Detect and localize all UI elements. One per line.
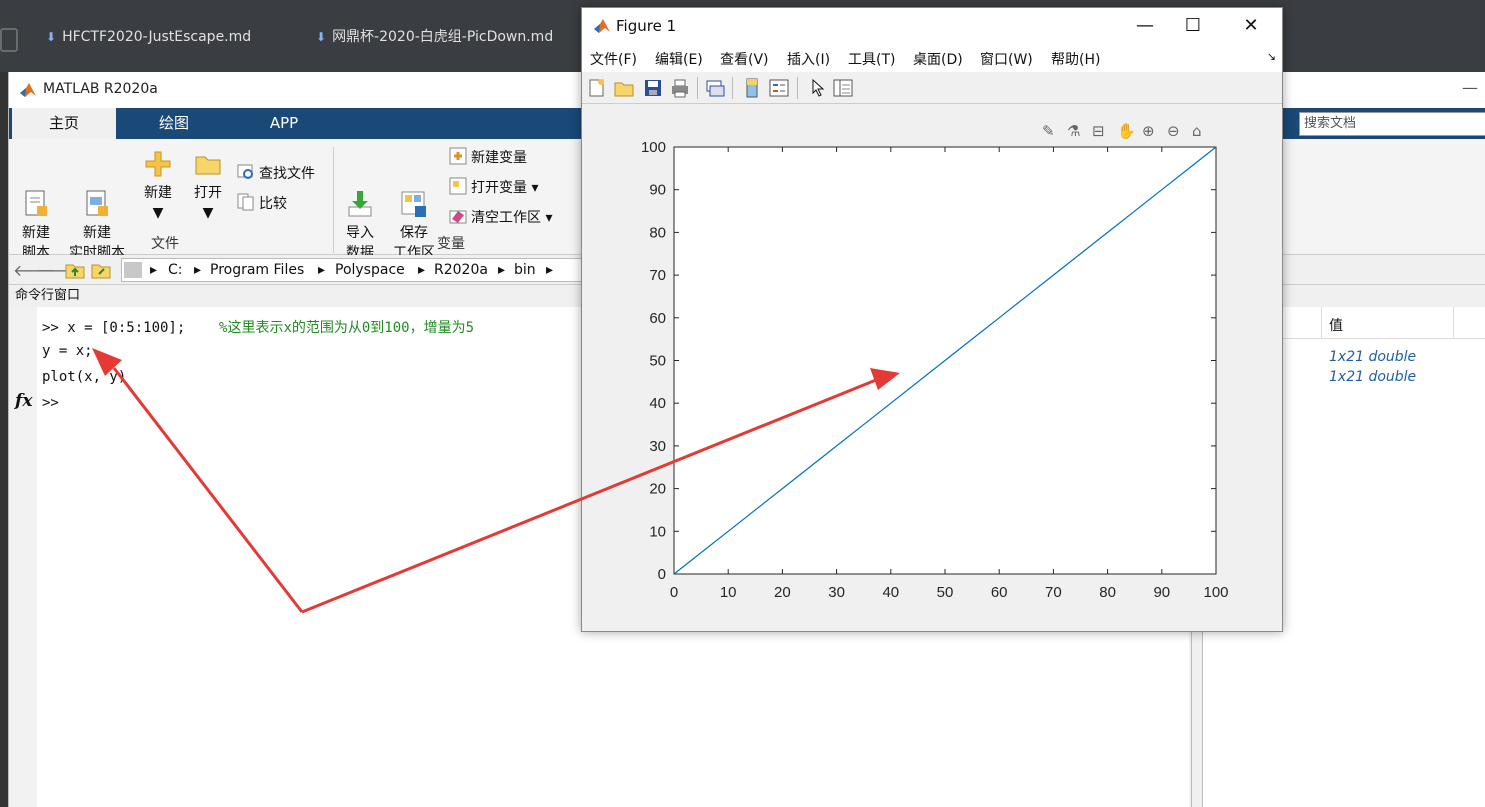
plot-canvas[interactable]: 0 10 20 30 40 50 60 70 80 90 100 0 10 20 30 40 50 60 70 80 9… (582, 8, 1282, 631)
matlab-logo-icon (20, 83, 36, 97)
path-segment[interactable]: bin (514, 259, 536, 281)
x-tick-label: 40 (882, 584, 899, 601)
plus-icon (143, 149, 173, 179)
function-browser-icon[interactable]: fx (15, 391, 32, 411)
files-icon[interactable] (0, 28, 18, 52)
new-button[interactable]: 新建 ▼ (135, 149, 181, 223)
new-variable-button[interactable]: 新建变量 (449, 147, 527, 167)
y-tick-label: 90 (649, 182, 666, 199)
compare-button[interactable]: 比较 (237, 193, 287, 213)
matlab-title: MATLAB R2020a (43, 81, 158, 97)
command-line: y = x; (42, 343, 93, 359)
new-script-icon (21, 169, 51, 216)
open-variable-button[interactable]: 打开变量 ▾ (449, 177, 538, 197)
x-tick-label: 90 (1153, 584, 1170, 601)
search-docs-input[interactable]: 搜索文档 (1299, 112, 1485, 136)
path-separator-icon: ▸ (318, 262, 326, 278)
x-tick-label: 0 (670, 584, 678, 601)
y-tick-label: 100 (641, 139, 666, 156)
new-variable-icon (449, 147, 467, 165)
download-icon: ⬇ (316, 30, 327, 44)
y-tick-label: 0 (658, 566, 666, 583)
path-separator-icon: ▸ (194, 262, 202, 278)
path-segment[interactable]: Polyspace (335, 259, 405, 281)
y-tick-label: 20 (649, 481, 666, 498)
editor-tab-2[interactable]: ⬇ 网鼎杯-2020-白虎组-PicDown.md (316, 22, 553, 52)
import-data-button[interactable]: 导入 数据 (337, 149, 383, 263)
compare-icon (237, 193, 255, 211)
path-separator-icon: ▸ (498, 262, 506, 278)
x-tick-label: 10 (720, 584, 737, 601)
tab-apps[interactable]: APP (239, 108, 329, 139)
path-separator-icon: ▸ (546, 262, 554, 278)
save-workspace-button[interactable]: 保存 工作区 (387, 149, 441, 263)
value-column-header[interactable]: 值 (1329, 315, 1343, 335)
editor-tab-1[interactable]: ⬇ HFCTF2020-JustEscape.md (46, 22, 251, 52)
variable-group-label: 变量 (437, 236, 465, 252)
tab-plots[interactable]: 绘图 (129, 108, 219, 139)
import-icon (345, 169, 375, 217)
y-tick-label: 80 (649, 224, 666, 241)
chevron-down-icon: ▾ (531, 180, 539, 196)
file-group-label: 文件 (151, 236, 179, 252)
chevron-down-icon: ▼ (202, 205, 214, 221)
command-prompt[interactable]: >> (42, 395, 59, 411)
open-variable-icon (449, 177, 467, 195)
column-divider (1321, 307, 1322, 339)
path-segment[interactable]: R2020a (434, 259, 488, 281)
y-tick-label: 40 (649, 395, 666, 412)
save-workspace-icon (399, 169, 429, 217)
clear-workspace-button[interactable]: 清空工作区 ▾ (449, 207, 552, 227)
x-tick-label: 70 (1045, 584, 1062, 601)
find-files-icon (237, 163, 255, 181)
find-files-button[interactable]: 查找文件 (237, 163, 315, 183)
y-tick-label: 60 (649, 310, 666, 327)
path-box[interactable]: ▸ C: ▸ Program Files ▸ Polyspace ▸ R2020… (121, 258, 601, 282)
x-tick-label: 100 (1203, 584, 1228, 601)
y-tick-label: 50 (649, 353, 666, 370)
chevron-down-icon: ▼ (152, 205, 164, 221)
y-tick-label: 30 (649, 438, 666, 455)
x-tick-label: 60 (991, 584, 1008, 601)
open-button[interactable]: 打开 ▼ (185, 149, 231, 223)
command-gutter (9, 307, 37, 807)
command-line: plot(x, y) (42, 369, 127, 385)
new-script-button[interactable]: 新建 脚本 (13, 149, 59, 263)
tab-home[interactable]: 主页 (12, 108, 116, 139)
x-tick-label: 80 (1099, 584, 1116, 601)
figure-window: Figure 1 — ☐ ✕ 文件(F) 编辑(E) 查看(V) 插入(I) 工… (581, 7, 1283, 632)
x-tick-label: 20 (774, 584, 791, 601)
minimize-button[interactable]: — (1462, 78, 1478, 97)
eraser-icon (449, 207, 467, 225)
code-comment: %这里表示x的范围为从0到100，增量为5 (219, 320, 475, 336)
new-live-script-icon (82, 169, 112, 216)
new-live-script-button[interactable]: 新建 实时脚本 (63, 149, 131, 263)
workspace-value[interactable]: 1x21 double (1329, 369, 1416, 385)
x-tick-label: 50 (937, 584, 954, 601)
path-separator-icon: ▸ (150, 262, 158, 278)
browse-folder-icon[interactable] (91, 261, 113, 279)
download-icon: ⬇ (46, 30, 57, 44)
y-tick-label: 10 (649, 523, 666, 540)
workspace-value[interactable]: 1x21 double (1329, 349, 1416, 365)
x-tick-label: 30 (828, 584, 845, 601)
chevron-down-icon: ▾ (545, 210, 553, 226)
path-separator-icon: ▸ (418, 262, 426, 278)
path-segment[interactable]: Program Files (210, 259, 304, 281)
column-divider (1453, 307, 1454, 339)
folder-icon (193, 149, 223, 179)
drive-icon (124, 262, 142, 278)
y-tick-label: 70 (649, 267, 666, 284)
command-line: >> x = [0:5:100]; %这里表示x的范围为从0到100，增量为5 (42, 320, 475, 336)
path-segment[interactable]: C: (168, 259, 183, 281)
ribbon-divider (333, 147, 334, 253)
up-folder-icon[interactable] (65, 261, 85, 279)
